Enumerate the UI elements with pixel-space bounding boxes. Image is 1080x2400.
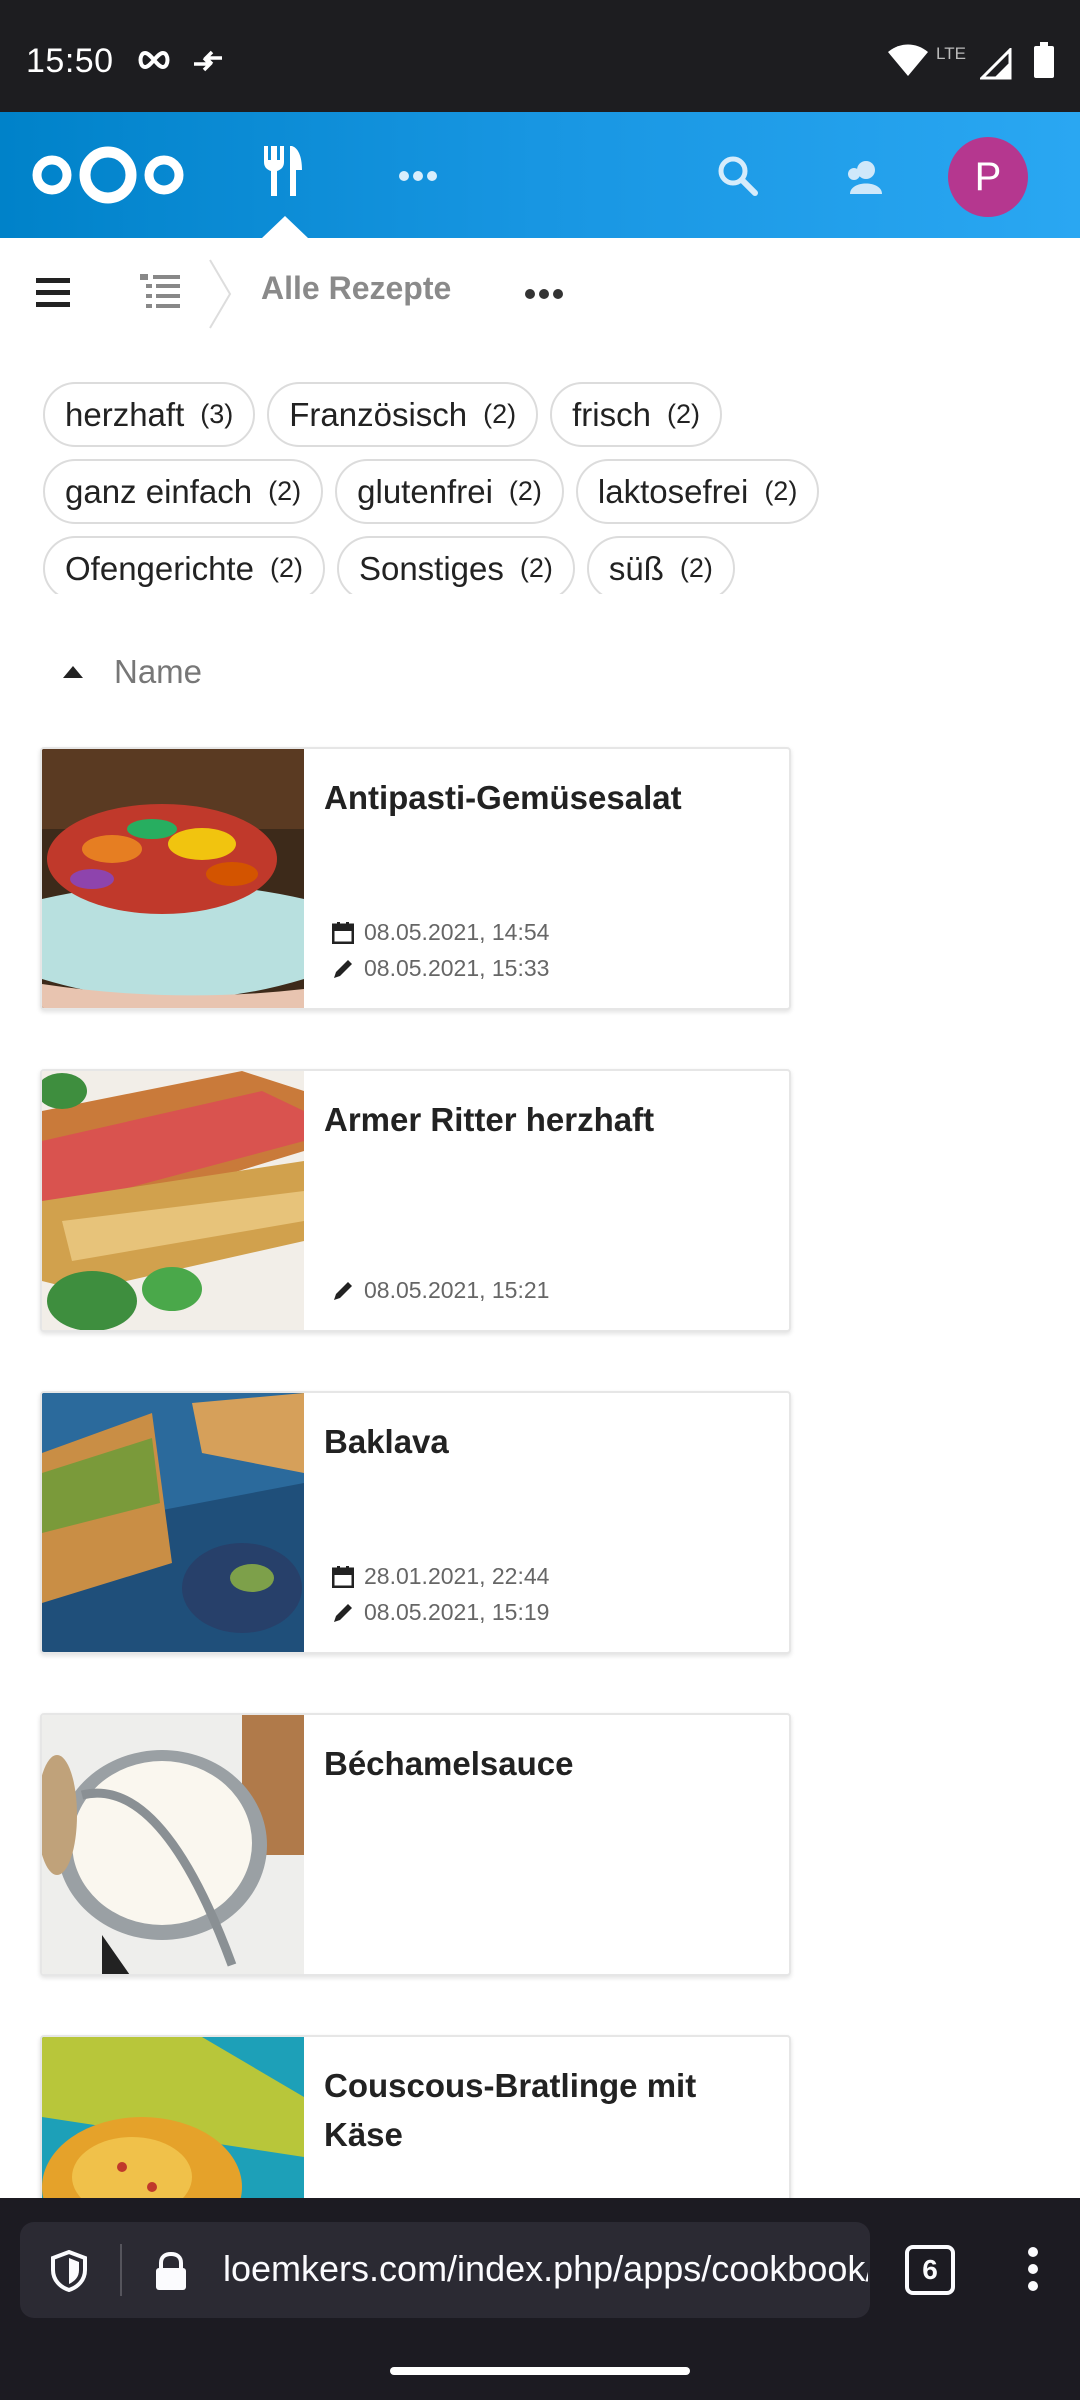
recipe-title: Armer Ritter herzhaft (324, 1101, 655, 1138)
avatar-initial: P (974, 154, 1002, 199)
tag-label: Sonstiges (358, 549, 504, 587)
calendar-icon (332, 1565, 354, 1588)
recipe-card[interactable]: Antipasti-Gemüsesalat 08.05.2021, 14:54 … (40, 747, 791, 1010)
tag-label: Ofengerichte (65, 549, 254, 587)
tag-count: (2) (483, 399, 517, 429)
app-header: P (0, 112, 1080, 238)
tag-label: Französisch (289, 395, 468, 433)
tab-count-button[interactable]: 6 (905, 2245, 955, 2295)
network-type: LTE (936, 44, 966, 63)
tag-label: glutenfrei (357, 472, 493, 510)
infinity-icon (138, 50, 170, 70)
cookbook-icon[interactable] (262, 146, 304, 196)
tag-franzoesisch[interactable]: Französisch (2) (267, 382, 539, 447)
tag-label: frisch (572, 395, 651, 433)
sort-by-name-toggle[interactable]: Name (62, 650, 202, 694)
created-date: 08.05.2021, 14:54 (364, 919, 550, 945)
breadcrumb-bar: Alle Rezepte (0, 238, 1080, 348)
recipe-list-icon[interactable] (140, 274, 180, 310)
home-gesture-bar[interactable] (390, 2367, 690, 2375)
tag-count: (2) (666, 399, 700, 429)
tag-row: Ofengerichte (2) Sonstiges (2) süß (2) (43, 536, 1043, 594)
tag-cloud: herzhaft (3) Französisch (2) frisch (2) gan… (43, 382, 1043, 594)
tag-sonstiges[interactable]: Sonstiges (2) (336, 536, 575, 594)
modified-date: 08.05.2021, 15:19 (364, 1599, 550, 1625)
system-navigation-bar (0, 2333, 1080, 2400)
sort-ascending-icon (63, 666, 83, 678)
tag-row: herzhaft (3) Französisch (2) frisch (2) (43, 382, 1043, 447)
tag-label: laktosefrei (597, 472, 749, 510)
avatar[interactable]: P (948, 137, 1028, 217)
recipe-thumbnail (42, 1715, 304, 1974)
recipe-modified: 08.05.2021, 15:33 (332, 955, 549, 982)
pencil-icon (334, 1603, 352, 1622)
recipe-modified: 08.05.2021, 15:21 (332, 1277, 549, 1304)
signal-icon (980, 48, 1012, 80)
calendar-icon (332, 921, 354, 944)
contacts-icon[interactable] (846, 160, 882, 194)
browser-menu-icon[interactable] (1026, 2246, 1040, 2292)
tag-frisch[interactable]: frisch (2) (550, 382, 722, 447)
tag-count: (2) (679, 553, 713, 583)
recipe-card[interactable]: Baklava 28.01.2021, 22:44 08.05.2021, 15… (40, 1391, 791, 1654)
recipe-title: Couscous-Bratlinge mit Käse (324, 2067, 697, 2153)
data-saver-icon (194, 50, 222, 72)
recipe-title: Antipasti-Gemüsesalat (324, 779, 682, 816)
recipe-card[interactable]: Armer Ritter herzhaft 08.05.2021, 15:21 (40, 1069, 791, 1332)
breadcrumb-more-icon[interactable] (524, 288, 564, 300)
recipe-title: Béchamelsauce (324, 1745, 574, 1782)
status-time: 15:50 (26, 42, 114, 80)
tag-suess[interactable]: süß (2) (586, 536, 735, 594)
recipe-modified: 08.05.2021, 15:19 (332, 1599, 549, 1626)
nextcloud-logo[interactable] (30, 144, 186, 206)
tag-count: (2) (269, 553, 303, 583)
battery-icon (1034, 42, 1054, 78)
recipe-created: 08.05.2021, 14:54 (332, 919, 549, 946)
breadcrumb-title[interactable]: Alle Rezepte (261, 270, 451, 307)
shield-icon[interactable] (50, 2250, 88, 2292)
recipe-thumbnail (42, 749, 304, 1008)
url-text: loemkers.com/index.php/apps/cookbook/ (223, 2248, 868, 2289)
tag-label: süß (608, 549, 664, 587)
tag-ofengerichte[interactable]: Ofengerichte (2) (43, 536, 325, 594)
pencil-icon (334, 959, 352, 978)
lock-icon[interactable] (153, 2252, 189, 2292)
recipe-created: 28.01.2021, 22:44 (332, 1563, 549, 1590)
tag-count: (2) (268, 476, 302, 506)
tag-laktosefrei[interactable]: laktosefrei (2) (575, 459, 820, 524)
modified-date: 08.05.2021, 15:33 (364, 955, 550, 981)
recipe-thumbnail (42, 1071, 304, 1330)
tab-count: 6 (922, 2254, 938, 2285)
tag-herzhaft[interactable]: herzhaft (3) (43, 382, 256, 447)
url-bar[interactable]: loemkers.com/index.php/apps/cookbook/ (20, 2222, 870, 2318)
url-separator (120, 2244, 122, 2296)
more-apps-icon[interactable] (398, 170, 438, 182)
breadcrumb-separator-icon (209, 259, 232, 329)
search-icon[interactable] (718, 156, 758, 196)
tag-count: (2) (519, 553, 553, 583)
wifi-icon (888, 44, 928, 76)
tag-row: ganz einfach (2) glutenfrei (2) laktosefre… (43, 459, 1043, 524)
recipe-title: Baklava (324, 1423, 449, 1460)
sort-label: Name (114, 653, 203, 690)
hamburger-menu-icon[interactable] (36, 278, 70, 308)
tag-count: (2) (508, 476, 542, 506)
modified-date: 08.05.2021, 15:21 (364, 1277, 550, 1303)
tag-glutenfrei[interactable]: glutenfrei (2) (335, 459, 564, 524)
created-date: 28.01.2021, 22:44 (364, 1563, 550, 1589)
tag-ganz-einfach[interactable]: ganz einfach (2) (43, 459, 324, 524)
tag-label: herzhaft (65, 395, 185, 433)
recipe-thumbnail (42, 1393, 304, 1652)
tag-label: ganz einfach (65, 472, 253, 510)
pencil-icon (334, 1281, 352, 1300)
recipe-card[interactable]: Béchamelsauce (40, 1713, 791, 1976)
tag-count: (2) (764, 476, 798, 506)
active-app-indicator (262, 216, 308, 238)
browser-toolbar: loemkers.com/index.php/apps/cookbook/ 6 (0, 2198, 1080, 2333)
status-bar: 15:50 LTE (0, 0, 1080, 112)
tag-count: (3) (200, 399, 234, 429)
